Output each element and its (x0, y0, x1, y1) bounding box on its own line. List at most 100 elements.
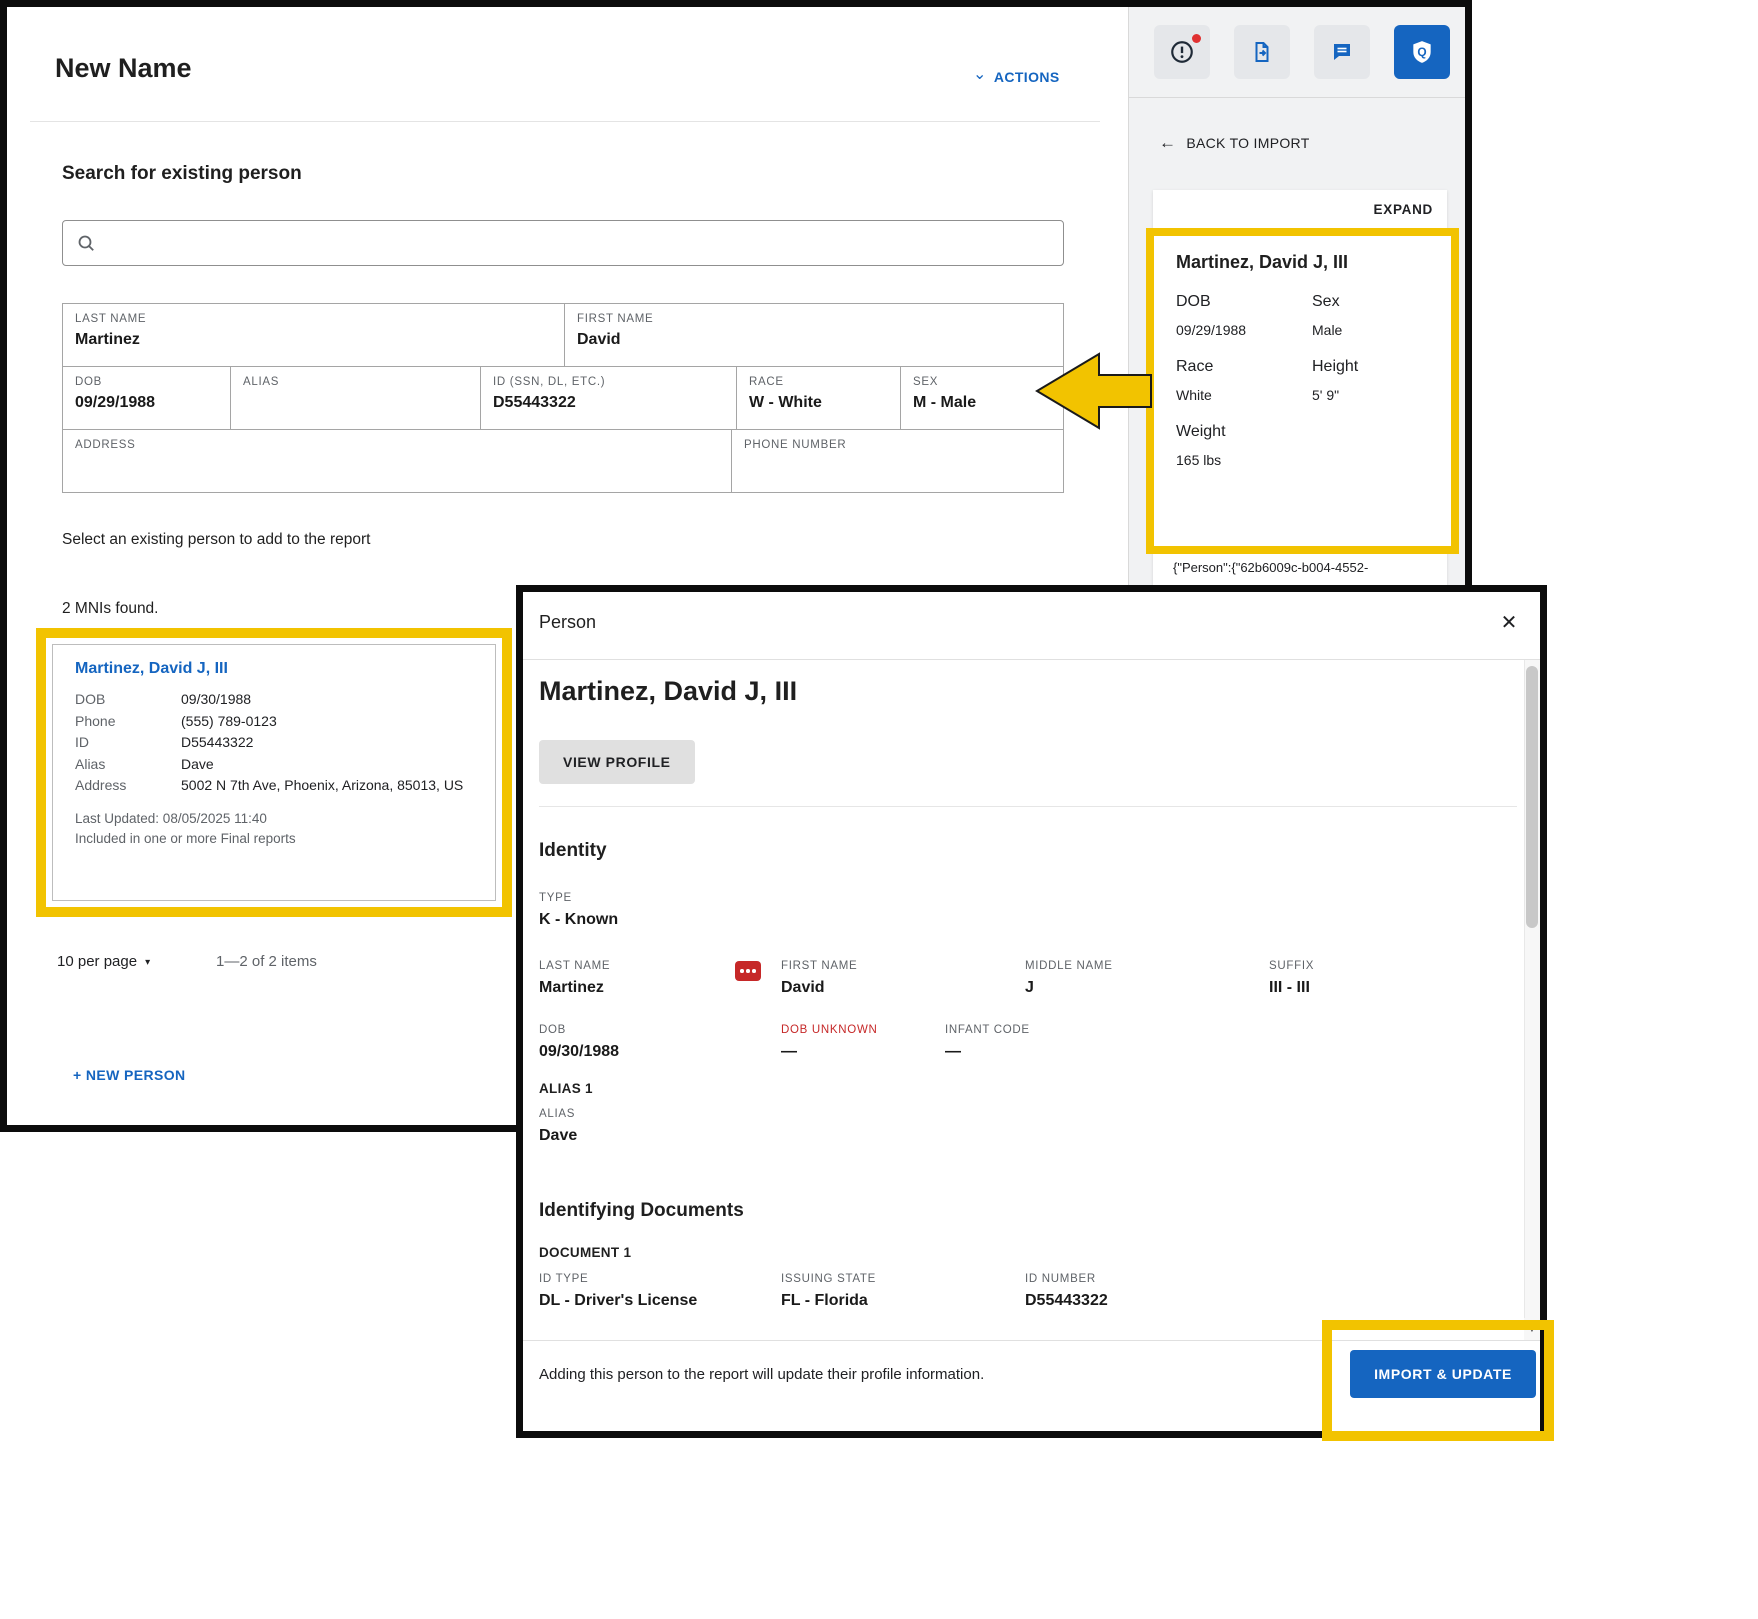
criteria-address: ADDRESS (63, 430, 731, 492)
annotation-arrow-icon (1035, 352, 1153, 430)
new-person-button[interactable]: + NEW PERSON (73, 1067, 186, 1083)
json-preview: {"Person":{"62b6009c-b004-4552- (1173, 560, 1445, 575)
sidebar-weight-value: 165 lbs (1176, 452, 1312, 468)
caret-down-icon: ▾ (145, 957, 150, 968)
result-id-value: D55443322 (181, 732, 253, 754)
notification-dot (1192, 34, 1201, 43)
search-input[interactable] (106, 235, 1050, 252)
criteria-alias-label: ALIAS (243, 376, 468, 388)
field-suffix: SUFFIX III - III (1269, 960, 1314, 997)
field-middle-name-value: J (1025, 979, 1113, 997)
result-address-label: Address (75, 775, 181, 797)
field-id-number: ID NUMBER D55443322 (1025, 1273, 1108, 1310)
criteria-dob: DOB 09/29/1988 (63, 367, 230, 429)
select-instruction: Select an existing person to add to the … (62, 531, 370, 549)
sidebar-weight: Weight 165 lbs (1176, 423, 1312, 468)
field-first-name-label: FIRST NAME (781, 960, 857, 972)
modal-person-name: Martinez, David J, III (539, 676, 797, 707)
field-dob-label: DOB (539, 1024, 619, 1036)
highlight-annotation-import (1322, 1320, 1554, 1441)
person-result-link[interactable]: Martinez, David J, III (75, 660, 473, 678)
shield-q-icon: Q (1409, 39, 1435, 65)
criteria-address-label: ADDRESS (75, 439, 719, 451)
field-alias-label: ALIAS (539, 1108, 577, 1120)
criteria-row-1: LAST NAME Martinez FIRST NAME David (63, 304, 1063, 366)
result-included-note: Included in one or more Final reports (75, 829, 473, 849)
alert-button[interactable] (1154, 25, 1210, 79)
field-type: TYPE K - Known (539, 892, 618, 929)
criteria-race-value: W - White (749, 394, 888, 412)
field-infant-code-label: INFANT CODE (945, 1024, 1030, 1036)
criteria-first-name: FIRST NAME David (564, 304, 1063, 366)
criteria-sex-label: SEX (913, 376, 1051, 388)
criteria-dob-label: DOB (75, 376, 218, 388)
actions-label: ACTIONS (994, 69, 1060, 85)
field-dob-value: 09/30/1988 (539, 1043, 619, 1061)
search-box[interactable] (62, 220, 1064, 266)
result-alias-value: Dave (181, 754, 214, 776)
criteria-row-3: ADDRESS PHONE NUMBER (63, 429, 1063, 492)
view-profile-button[interactable]: VIEW PROFILE (539, 740, 695, 784)
criteria-phone-label: PHONE NUMBER (744, 439, 1051, 451)
per-page-dropdown[interactable]: 10 per page ▾ (57, 953, 150, 970)
sidebar-sex-value: Male (1312, 322, 1429, 338)
modal-title: Person (539, 612, 596, 633)
chat-icon (1330, 40, 1354, 64)
sidebar-sex: Sex Male (1312, 293, 1429, 338)
field-middle-name: MIDDLE NAME J (1025, 960, 1113, 997)
shield-search-button[interactable]: Q (1394, 25, 1450, 79)
modal-footer-note: Adding this person to the report will up… (539, 1366, 984, 1383)
criteria-race: RACE W - White (736, 367, 900, 429)
criteria-race-label: RACE (749, 376, 888, 388)
criteria-last-name-label: LAST NAME (75, 313, 552, 325)
field-id-number-value: D55443322 (1025, 1292, 1108, 1310)
field-dob-unknown: DOB UNKNOWN — (781, 1024, 878, 1061)
field-issuing-state-value: FL - Florida (781, 1292, 876, 1310)
field-infant-code-value: — (945, 1043, 1030, 1061)
person-modal: Person ✕ Martinez, David J, III VIEW PRO… (516, 585, 1547, 1438)
person-result-card[interactable]: Martinez, David J, III DOB 09/30/1988 Ph… (52, 644, 496, 901)
field-first-name-value: David (781, 979, 857, 997)
criteria-id-value: D55443322 (493, 394, 724, 412)
result-last-updated: Last Updated: 08/05/2025 11:40 (75, 809, 473, 829)
chat-button[interactable] (1314, 25, 1370, 79)
field-last-name-label: LAST NAME (539, 960, 610, 972)
sidebar-height-label: Height (1312, 358, 1429, 376)
search-icon (76, 233, 96, 253)
highlight-annotation-result: Martinez, David J, III DOB 09/30/1988 Ph… (36, 628, 512, 917)
criteria-last-name-value: Martinez (75, 331, 552, 349)
screenshot-root: New Name ⌄ ACTIONS Search for existing p… (0, 0, 1758, 1619)
criteria-id: ID (SSN, DL, ETC.) D55443322 (480, 367, 736, 429)
sidebar-height: Height 5' 9" (1312, 358, 1429, 403)
close-icon[interactable]: ✕ (1495, 608, 1523, 636)
expand-button[interactable]: EXPAND (1374, 202, 1433, 217)
document-export-button[interactable] (1234, 25, 1290, 79)
sidebar-dob-value: 09/29/1988 (1176, 322, 1312, 338)
scrollbar-thumb[interactable] (1526, 666, 1538, 928)
sidebar-person-name: Martinez, David J, III (1176, 252, 1429, 273)
field-last-name-value: Martinez (539, 979, 610, 997)
back-to-import-button[interactable]: ← BACK TO IMPORT (1159, 133, 1310, 153)
actions-menu-button[interactable]: ⌄ ACTIONS (973, 67, 1060, 87)
result-alias-row: Alias Dave (75, 754, 473, 776)
field-first-name: FIRST NAME David (781, 960, 857, 997)
svg-text:Q: Q (1417, 45, 1426, 59)
criteria-phone: PHONE NUMBER (731, 430, 1063, 492)
results-count: 2 MNIs found. (62, 600, 159, 618)
field-issuing-state-label: ISSUING STATE (781, 1273, 876, 1285)
page-title: New Name (55, 53, 192, 84)
result-phone-value: (555) 789-0123 (181, 711, 277, 733)
identity-heading: Identity (539, 840, 607, 862)
alert-icon (1169, 39, 1195, 65)
result-id-row: ID D55443322 (75, 732, 473, 754)
field-dob-unknown-label: DOB UNKNOWN (781, 1024, 878, 1036)
field-type-value: K - Known (539, 911, 618, 929)
criteria-sex-value: M - Male (913, 394, 1051, 412)
sidebar-height-value: 5' 9" (1312, 387, 1429, 403)
sidebar-dob-label: DOB (1176, 293, 1312, 311)
sidebar-person-fields: DOB 09/29/1988 Sex Male Race White Heigh… (1176, 293, 1429, 468)
field-suffix-value: III - III (1269, 979, 1314, 997)
field-id-type-value: DL - Driver's License (539, 1292, 697, 1310)
documents-heading: Identifying Documents (539, 1200, 744, 1222)
back-arrow-icon: ← (1159, 133, 1176, 153)
